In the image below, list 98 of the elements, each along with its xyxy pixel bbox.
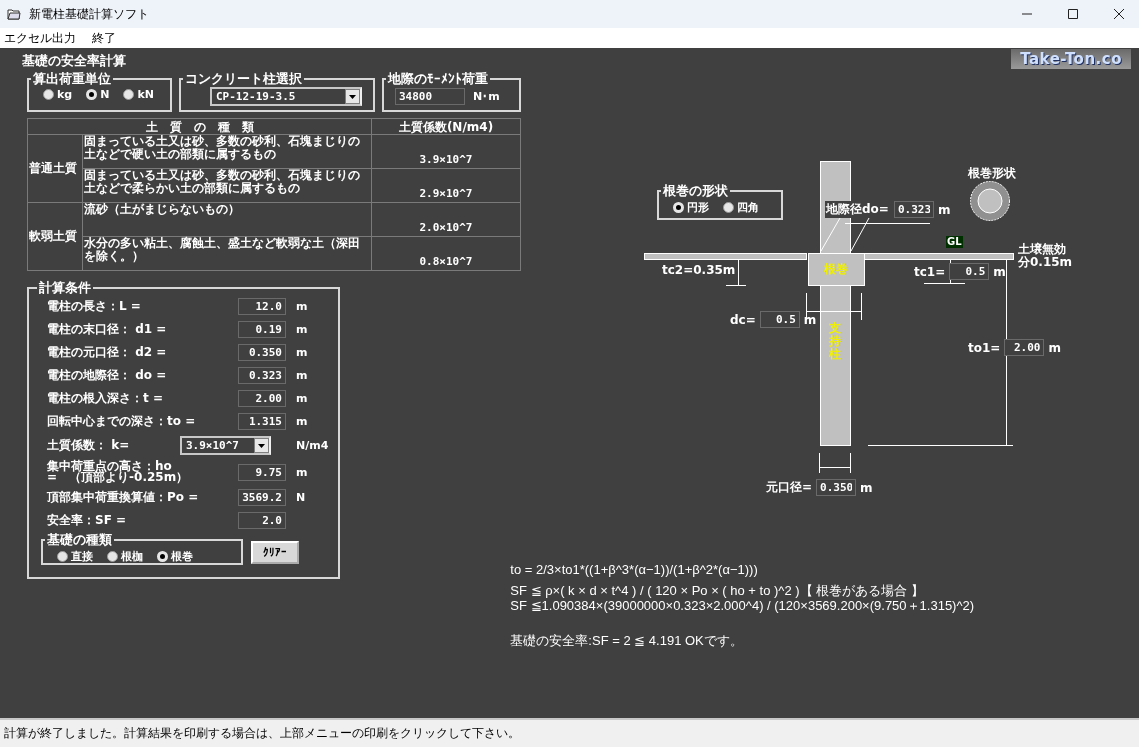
unit-label: N/m4 — [296, 439, 329, 452]
value-field[interactable]: 2.0 — [238, 512, 286, 529]
formula-text: SF ≦1.090384×(39000000×0.323×2.000^4) / (120×3569.200×(9.750＋1.315)^2) — [510, 598, 975, 613]
radio-option[interactable]: N — [86, 88, 110, 101]
table-cell: 水分の多い粘土、腐蝕土、盛土など軟弱な土（深田を除く。） — [82, 236, 372, 271]
value-field[interactable]: 1.315 — [238, 413, 286, 430]
diagram-label: tc2=0.35m — [662, 263, 736, 277]
unit-label: m — [860, 480, 873, 495]
field-label: 回転中心までの深さ：to = — [47, 416, 197, 427]
ground-level-label: GL — [946, 236, 963, 248]
unit-label: m — [296, 346, 309, 359]
table-cell: 0.8×10^7 — [371, 236, 521, 271]
menu-item[interactable]: エクセル出力 — [4, 29, 76, 47]
radio-option[interactable]: 四角 — [723, 200, 759, 215]
value-field[interactable]: 9.75 — [238, 463, 286, 481]
pole-label: 支持柱 — [829, 322, 841, 362]
collar-label: 根巻 — [824, 261, 848, 278]
unit-label: m — [937, 202, 951, 217]
status-bar: 計算が終了しました。計算結果を印刷する場合は、上部メニューの印刷をクリックして下さい。 — [0, 718, 1139, 747]
radio-option[interactable]: 根枷 — [107, 549, 143, 564]
value-field[interactable]: 0.350 — [816, 479, 857, 496]
formula-text: to = 2/3×to1*((1+β^3*(α−1))/(1+β^2*(α−1))) — [510, 562, 759, 577]
column-header: 土質係数(N/m4) — [371, 118, 521, 135]
radio-option[interactable]: 根巻 — [157, 549, 193, 564]
caret-icon — [254, 438, 269, 453]
diagram-label: 土壌無効 — [1018, 243, 1067, 256]
unit-label: m — [296, 465, 309, 479]
value-field[interactable]: 0.323 — [893, 201, 934, 218]
collar-block — [808, 253, 865, 286]
group-title: 地際のﾓｰﾒﾝﾄ荷重 — [386, 72, 489, 85]
table-cell: 流砂（土がまじらないもの） — [82, 202, 372, 237]
group-title: 算出荷重単位 — [32, 72, 112, 85]
value-field[interactable]: 0.19 — [238, 321, 286, 338]
column-header: 土 質 の 種 類 — [27, 118, 372, 135]
group-title: コンクリート柱選択 — [184, 72, 303, 85]
radio-option[interactable]: 円形 — [673, 200, 709, 215]
unit-label: m — [296, 300, 309, 313]
unit-label: m — [296, 415, 309, 428]
value-field[interactable]: 0.350 — [238, 344, 286, 361]
unit-label: m — [296, 392, 309, 405]
value-field[interactable]: 0.5 — [949, 263, 990, 280]
value-field[interactable]: 3569.2 — [238, 489, 286, 506]
radio-option[interactable]: kg — [43, 88, 73, 101]
unit-label: m — [1048, 340, 1061, 355]
group-title: 計算条件 — [38, 281, 92, 294]
window-title: 新電柱基礎計算ソフト — [29, 5, 150, 23]
group-title: 基礎の種類 — [46, 533, 113, 546]
field-label: 電柱の末口径： d1 = — [47, 324, 168, 335]
unit-label: m — [993, 264, 1006, 279]
diagram-label: dc= — [730, 312, 756, 327]
soil-dropdown[interactable]: 3.9×10^7 — [180, 436, 271, 455]
table-cell: 2.0×10^7 — [371, 202, 521, 237]
folder-icon — [7, 8, 21, 20]
diagram-label: tc1= — [914, 264, 946, 279]
formula-text: SF ≦ ρ×( k × d × t^4 ) / ( 120 × Po × ( ho + to )^2 )【 根巻がある場合 】 — [510, 583, 925, 598]
unit-label: N — [296, 491, 307, 504]
diagram-label: 分0.15m — [1018, 256, 1073, 269]
field-label: 頂部集中荷重換算値：Po = — [47, 492, 200, 503]
value-field[interactable]: 0.323 — [238, 367, 286, 384]
diagram-label: 根巻形状 — [968, 165, 1016, 182]
logo: Take-Ton.co — [1011, 49, 1131, 69]
value-field[interactable]: 0.5 — [759, 311, 800, 328]
field-label: 電柱の長さ：L = — [47, 301, 142, 312]
dimension-line — [818, 452, 851, 474]
unit-label: m — [296, 369, 309, 382]
field-label: 電柱の根入深さ：t = — [47, 393, 164, 404]
diagram-label: 元口径= — [766, 479, 813, 496]
field-label: 集中荷重点の高さ：ho = （頂部より-0.25m） — [47, 461, 190, 483]
moment-field[interactable]: 34800 — [395, 88, 465, 105]
table-cell: 2.9×10^7 — [371, 168, 521, 203]
value-field[interactable]: 2.00 — [1004, 339, 1045, 356]
unit-label: m — [296, 323, 309, 336]
table-cell: 固まっている土又は砂、多数の砂利、石塊まじりの土などで柔らかい土の部類に属するもの — [82, 168, 372, 203]
table-cell: 3.9×10^7 — [371, 134, 521, 169]
value-field[interactable]: 2.00 — [238, 390, 286, 407]
caret-icon — [345, 89, 360, 104]
value-field[interactable]: 12.0 — [238, 298, 286, 315]
diagram-label: 地際径do= — [825, 201, 890, 218]
result-text: 基礎の安全率:SF = 2 ≦ 4.191 OKです。 — [510, 633, 744, 648]
unit-label: N･m — [473, 90, 500, 103]
ring-icon — [970, 181, 1010, 221]
menu-item[interactable]: 終了 — [92, 29, 116, 47]
field-label: 電柱の元口径： d2 = — [47, 347, 168, 358]
clear-button[interactable]: ｸﾘｱｰ — [251, 540, 299, 564]
field-label: 安全率：SF = — [47, 515, 128, 526]
field-label: 土質係数： k= — [47, 440, 131, 451]
group-title: 根巻の形状 — [661, 184, 729, 197]
close-icon[interactable] — [1111, 7, 1127, 21]
diagram-label: to1= — [968, 340, 1001, 355]
section-title: 基礎の安全率計算 — [22, 53, 126, 68]
radio-option[interactable]: kN — [123, 88, 154, 101]
table-cell: 普通土質 — [27, 134, 83, 203]
table-cell: 固まっている土又は砂、多数の砂利、石塊まじりの土などで硬い土の部類に属するもの — [82, 134, 372, 169]
table-cell: 軟弱土質 — [27, 202, 83, 271]
maximize-icon[interactable] — [1065, 7, 1081, 21]
pole-dropdown[interactable]: CP-12-19-3.5 — [210, 87, 362, 106]
field-label: 電柱の地際径： do = — [47, 370, 168, 381]
radio-option[interactable]: 直接 — [57, 549, 93, 564]
